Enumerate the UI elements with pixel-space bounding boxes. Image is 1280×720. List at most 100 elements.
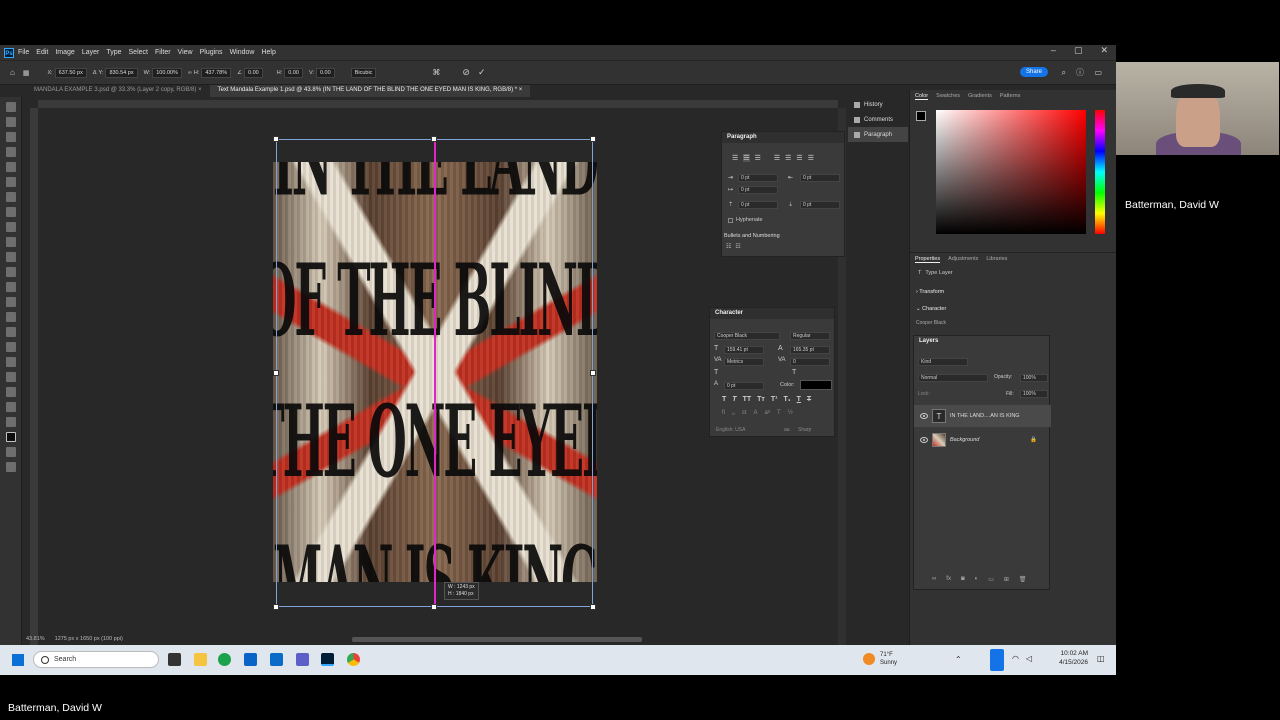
zoom-tool-icon[interactable] <box>6 402 16 412</box>
brush-tool-icon[interactable] <box>6 222 16 232</box>
discretionary-icon[interactable]: ℴ <box>732 410 735 417</box>
baseline-shift-field[interactable]: 0 pt <box>724 382 764 390</box>
clock[interactable]: 10:02 AM 4/15/2026 <box>1059 649 1088 667</box>
tab-properties[interactable]: Properties <box>915 256 941 263</box>
swash-icon[interactable]: A <box>753 410 757 417</box>
transform-handle-tr[interactable] <box>590 136 596 142</box>
tab-swatches[interactable]: Swatches <box>936 93 960 100</box>
x-field[interactable]: 637.50 px <box>54 67 87 78</box>
teams-icon[interactable] <box>296 653 309 666</box>
y-field[interactable]: 830.54 px <box>105 67 138 78</box>
menu-plugins[interactable]: Plugins <box>200 49 223 56</box>
frame-tool-icon[interactable] <box>6 177 16 187</box>
layer-row-text[interactable]: T IN THE LAND....AN IS KING <box>914 405 1051 427</box>
help-icon[interactable]: ⓘ <box>1076 67 1084 78</box>
ligature-icon[interactable]: fi <box>722 410 725 417</box>
add-mask-icon[interactable]: ◙ <box>961 576 965 583</box>
color-spectrum-field[interactable] <box>936 110 1086 234</box>
transform-handle-ml[interactable] <box>273 370 279 376</box>
move-tool-icon[interactable] <box>6 102 16 112</box>
font-family-select[interactable]: Cooper Black <box>714 332 780 340</box>
chrome-icon[interactable] <box>347 653 360 666</box>
cancel-transform-icon[interactable]: ⊘ <box>462 67 470 78</box>
fractions-icon[interactable]: ½ <box>788 410 793 417</box>
type-tool-icon[interactable] <box>6 342 16 352</box>
tab-gradients[interactable]: Gradients <box>968 93 992 100</box>
ordinal-icon[interactable]: aᵃ <box>764 410 770 417</box>
new-group-icon[interactable]: ▭ <box>988 576 994 583</box>
kerning-field[interactable]: Metrics <box>724 358 764 366</box>
windows-start-icon[interactable] <box>12 654 24 666</box>
eye-icon[interactable] <box>920 437 928 443</box>
commit-transform-icon[interactable]: ✓ <box>478 67 486 78</box>
quick-select-tool-icon[interactable] <box>6 147 16 157</box>
interpolation-select[interactable]: Bicubic <box>350 67 377 78</box>
hand-tool-icon[interactable] <box>6 387 16 397</box>
layer-row-background[interactable]: Background 🔒 <box>914 429 1051 451</box>
photoshop-taskbar-icon[interactable] <box>321 653 334 666</box>
share-button[interactable]: Share <box>1019 67 1048 77</box>
numbering-icon[interactable]: ☷ <box>735 243 740 250</box>
pen-tool-icon[interactable] <box>6 327 16 337</box>
hyphenate-checkbox[interactable]: Hyphenate <box>728 217 763 223</box>
delete-layer-icon[interactable]: 🗑 <box>1019 576 1027 583</box>
leading-field[interactable]: 165.35 pt <box>790 346 830 354</box>
transform-handle-tl[interactable] <box>273 136 279 142</box>
foreground-color-swatch[interactable] <box>916 111 926 121</box>
underline-icon[interactable]: T <box>797 396 801 403</box>
blur-tool-icon[interactable] <box>6 297 16 307</box>
superscript-icon[interactable]: T¹ <box>771 396 778 403</box>
delta-icon[interactable]: Δ <box>93 70 97 76</box>
tracking-field[interactable]: 0 <box>790 358 830 366</box>
text-color-swatch[interactable] <box>800 380 832 390</box>
link-icon[interactable]: ∞ <box>188 70 192 76</box>
marquee-tool-icon[interactable] <box>6 117 16 127</box>
align-left-icon[interactable]: ☰ <box>732 154 738 162</box>
store-icon[interactable] <box>244 653 257 666</box>
eyedropper-tool-icon[interactable] <box>6 192 16 202</box>
hue-slider[interactable] <box>1095 110 1105 234</box>
width-field[interactable]: 100.00% <box>152 67 182 78</box>
notification-icon[interactable]: ◫ <box>1097 654 1105 663</box>
outlook-icon[interactable] <box>270 653 283 666</box>
tab-libraries[interactable]: Libraries <box>986 256 1007 263</box>
menu-select[interactable]: Select <box>129 49 148 56</box>
gradient-tool-icon[interactable] <box>6 282 16 292</box>
lasso-tool-icon[interactable] <box>6 132 16 142</box>
titling-icon[interactable]: T <box>777 410 781 417</box>
color-swatches-icon[interactable] <box>6 432 16 442</box>
menu-help[interactable]: Help <box>261 49 275 56</box>
close-tab-icon[interactable]: × <box>519 87 523 93</box>
faux-italic-icon[interactable]: T <box>732 396 736 403</box>
workspace-icon[interactable]: ▭ <box>1094 68 1102 77</box>
chevron-up-icon[interactable]: ⌃ <box>955 655 962 664</box>
wifi-icon[interactable]: ◠ <box>1012 654 1019 663</box>
close-tab-icon[interactable]: × <box>198 87 202 93</box>
indent-left-field[interactable]: 0 pt <box>738 174 778 182</box>
transform-section[interactable]: › Transform <box>916 289 944 295</box>
minimize-button[interactable]: – <box>1051 45 1056 56</box>
tab-color[interactable]: Color <box>915 93 929 100</box>
transform-handle-tc[interactable] <box>431 136 437 142</box>
fill-field[interactable]: 100% <box>1020 390 1048 398</box>
align-right-icon[interactable]: ☰ <box>755 154 761 162</box>
menu-layer[interactable]: Layer <box>82 49 100 56</box>
edge-browser-icon[interactable] <box>218 653 231 666</box>
reference-point-icon[interactable]: ▦ <box>23 69 30 77</box>
stylistic-icon[interactable]: st <box>742 410 747 417</box>
eye-icon[interactable] <box>920 413 928 419</box>
adjustment-layer-icon[interactable]: ◐ <box>975 576 979 583</box>
paragraph-panel-button[interactable]: Paragraph <box>848 127 908 142</box>
eraser-tool-icon[interactable] <box>6 267 16 277</box>
tab-text-mandala-example-1[interactable]: Text Mandala Example 1.psd @ 43.8% (IN T… <box>209 85 531 97</box>
task-view-icon[interactable] <box>168 653 181 666</box>
quick-mask-icon[interactable] <box>6 447 16 457</box>
menu-window[interactable]: Window <box>230 49 255 56</box>
menu-view[interactable]: View <box>178 49 193 56</box>
fx-icon[interactable]: fx <box>946 576 951 583</box>
file-explorer-icon[interactable] <box>194 653 207 666</box>
zoom-level[interactable]: 43.81% <box>26 636 45 642</box>
faux-bold-icon[interactable]: T <box>722 396 726 403</box>
strikethrough-icon[interactable]: T <box>807 396 811 403</box>
properties-font-field[interactable]: Cooper Black <box>916 320 946 326</box>
